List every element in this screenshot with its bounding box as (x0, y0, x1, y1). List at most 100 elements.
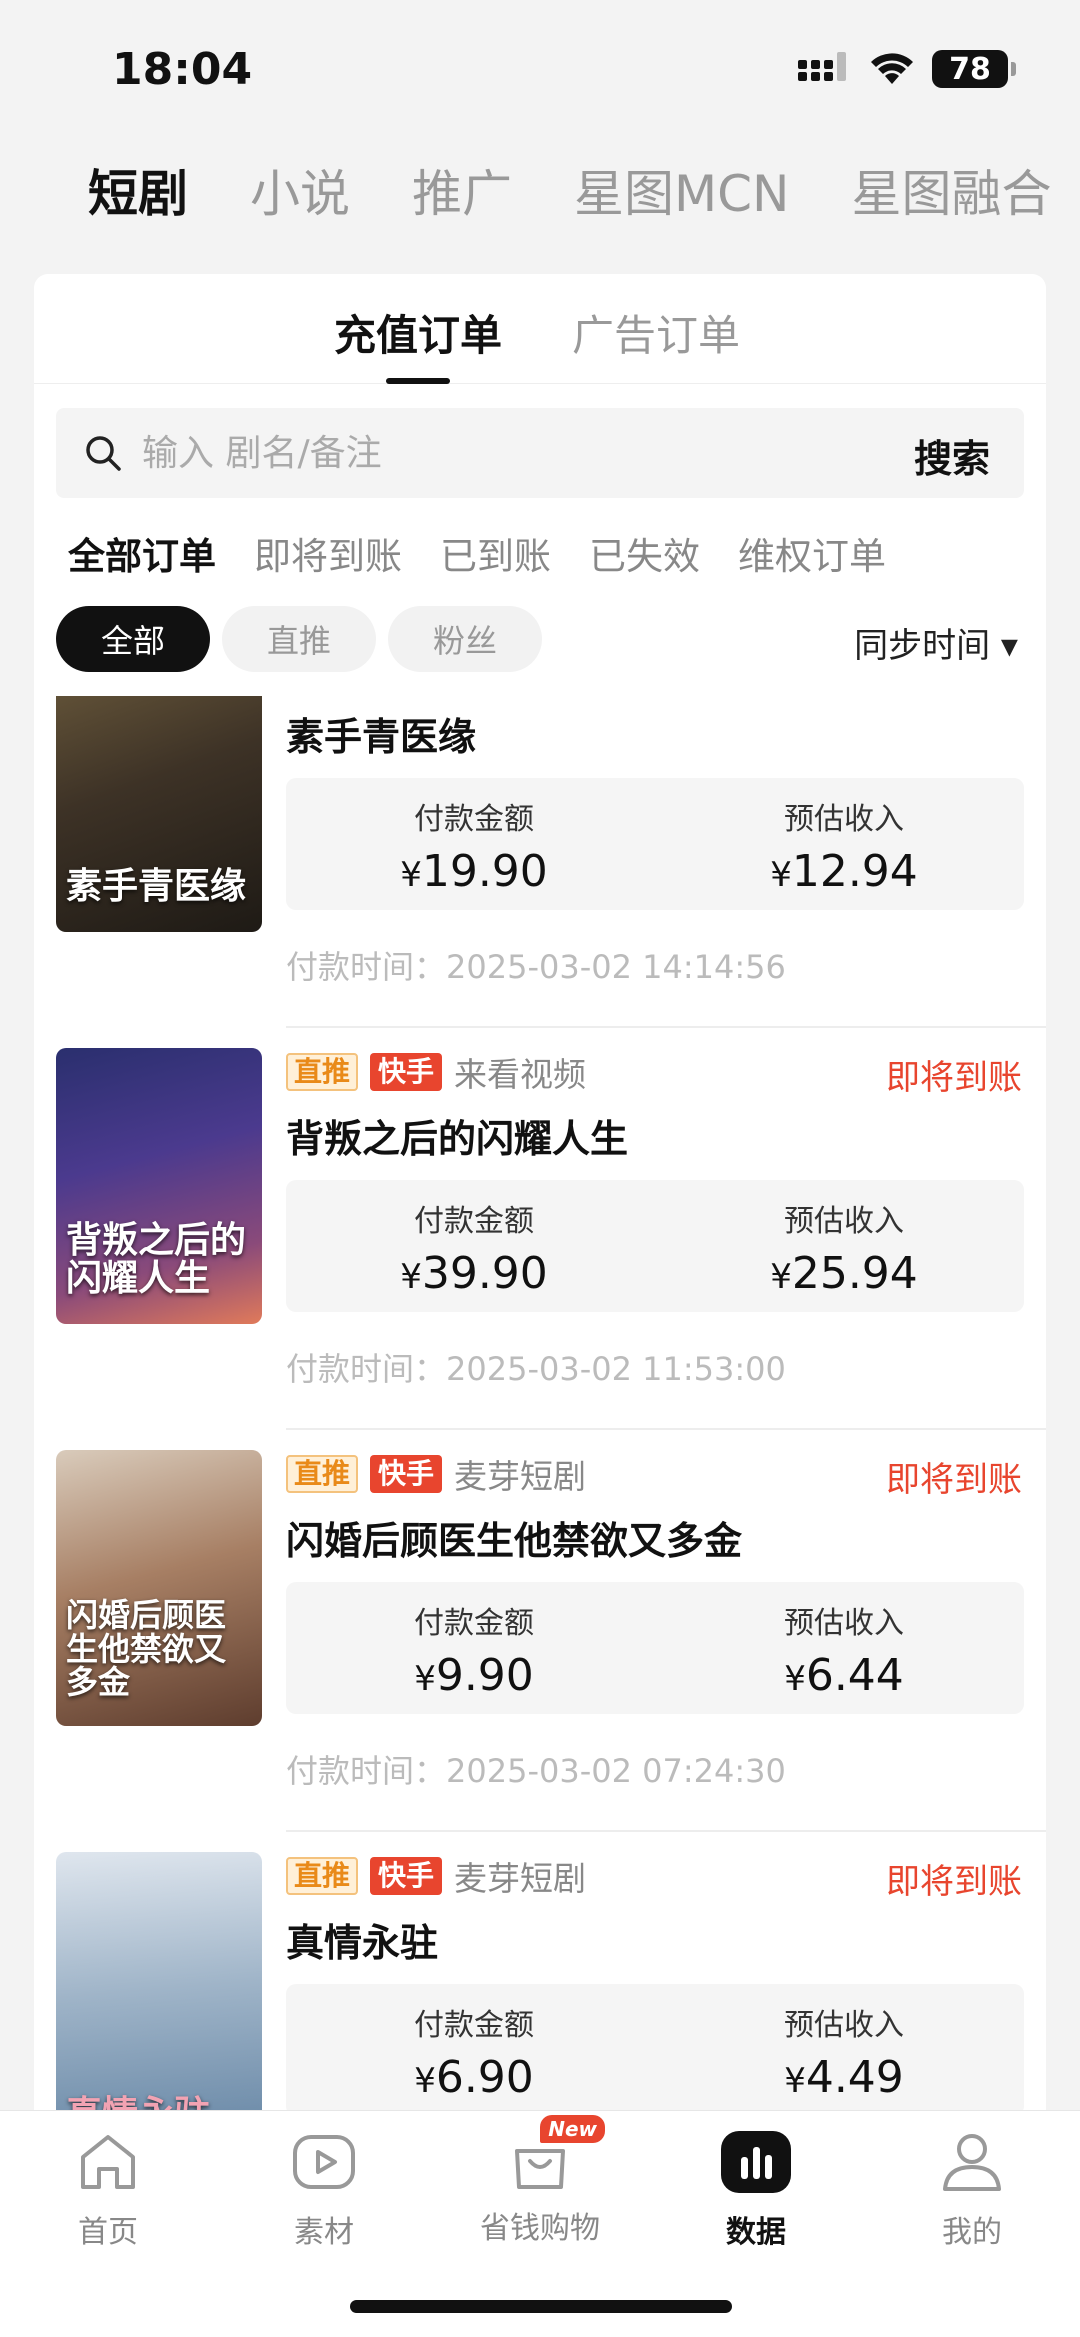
paid-label: 付款金额 (414, 1204, 534, 1239)
paid-value: ¥19.90 (324, 846, 624, 897)
income-label: 预估收入 (784, 802, 904, 837)
income-number: 25.94 (791, 1248, 918, 1299)
drama-title: 闪婚后顾医生他禁欲又多金 (286, 1519, 743, 1563)
income-value: ¥6.44 (694, 1650, 994, 1701)
tab-novel[interactable]: 小说 (250, 154, 350, 226)
tab-xingtu-mcn[interactable]: 星图MCN (574, 154, 789, 226)
tag-direct: 直推 (286, 1857, 359, 1895)
estimated-income: 预估收入 ¥4.49 (694, 2000, 994, 2103)
estimated-income: 预估收入 ¥25.94 (694, 1196, 994, 1299)
drama-poster[interactable]: 真情永驻 (56, 1852, 262, 2114)
order-item[interactable]: 背叛之后的闪耀人生 直推 快手 来看视频 即将到账 背叛之后的闪耀人生 付款金额… (34, 1028, 1046, 1430)
nav-home[interactable]: 首页 (28, 2125, 188, 2251)
tab-ad-orders[interactable]: 广告订单 (572, 302, 740, 363)
order-item[interactable]: 真情永驻 直推 快手 麦芽短剧 即将到账 真情永驻 付款金额 ¥6.90 预估收… (34, 1832, 1046, 2114)
filter-all-orders[interactable]: 全部订单 (68, 526, 216, 580)
income-number: 4.49 (805, 2052, 904, 2103)
paid-number: 19.90 (421, 846, 548, 897)
wifi-icon (871, 53, 913, 84)
order-item[interactable]: 闪婚后顾医生他禁欲又多金 直推 快手 麦芽短剧 即将到账 闪婚后顾医生他禁欲又多… (34, 1430, 1046, 1832)
battery-indicator: 78 (932, 50, 1016, 88)
drama-poster[interactable]: 背叛之后的闪耀人生 (56, 1048, 262, 1324)
order-tags: 直推 快手 麦芽短剧 (286, 1450, 586, 1498)
tag-source: 麦芽短剧 (454, 1859, 587, 1898)
nav-profile[interactable]: 我的 (892, 2125, 1052, 2251)
order-type-tabs: 充值订单 广告订单 (34, 274, 1046, 384)
drama-title: 背叛之后的闪耀人生 (286, 1117, 629, 1161)
drama-title: 真情永驻 (286, 1921, 439, 1965)
nav-materials[interactable]: 素材 (244, 2125, 404, 2251)
nav-label: 我的 (942, 2215, 1002, 2250)
paid-value: ¥6.90 (324, 2052, 624, 2103)
tag-direct: 直推 (286, 1053, 359, 1091)
drama-poster[interactable]: 闪婚后顾医生他禁欲又多金 (56, 1450, 262, 1726)
status-bar: 18:04 78 (0, 0, 1080, 140)
search-bar: 搜索 (56, 408, 1024, 498)
order-list: 素手青医缘 素手青医缘 付款金额 ¥19.90 预估收入 ¥12.94 付款时间… (34, 696, 1046, 2114)
home-indicator (350, 2300, 732, 2313)
order-item[interactable]: 素手青医缘 素手青医缘 付款金额 ¥19.90 预估收入 ¥12.94 付款时间… (34, 696, 1046, 1028)
chip-all[interactable]: 全部 (56, 606, 210, 672)
orders-card: 充值订单 广告订单 搜索 全部订单 即将到账 已到账 已失效 维权订单 全部 直… (34, 274, 1046, 2114)
income-label: 预估收入 (784, 1606, 904, 1641)
filter-received[interactable]: 已到账 (440, 526, 551, 580)
order-status: 即将到账 (886, 1862, 1022, 1902)
filter-dispute[interactable]: 维权订单 (738, 526, 886, 580)
sort-by-sync-time[interactable]: 同步时间 ▾ (854, 618, 1018, 667)
active-tab-indicator (386, 378, 450, 384)
paid-amount: 付款金额 ¥6.90 (324, 2000, 624, 2103)
income-label: 预估收入 (784, 2008, 904, 2043)
paid-amount: 付款金额 ¥9.90 (324, 1598, 624, 1701)
tab-recharge-orders[interactable]: 充值订单 (334, 302, 502, 363)
nav-shopping[interactable]: New 省钱购物 (460, 2115, 620, 2247)
currency-symbol: ¥ (784, 1659, 806, 1699)
estimated-income: 预估收入 ¥12.94 (694, 794, 994, 897)
paid-label: 付款金额 (414, 1606, 534, 1641)
user-icon (943, 2134, 1001, 2191)
paid-number: 39.90 (421, 1248, 548, 1299)
search-input[interactable] (142, 426, 822, 480)
paid-label: 付款金额 (414, 2008, 534, 2043)
filter-pending[interactable]: 即将到账 (254, 526, 402, 580)
drama-poster[interactable]: 素手青医缘 (56, 696, 262, 932)
poster-title: 闪婚后顾医生他禁欲又多金 (66, 1596, 227, 1702)
currency-symbol: ¥ (770, 855, 792, 895)
play-icon (293, 2135, 355, 2189)
chip-fans[interactable]: 粉丝 (388, 606, 542, 672)
tab-short-drama[interactable]: 短剧 (88, 154, 188, 226)
currency-symbol: ¥ (414, 2061, 436, 2101)
tag-source: 麦芽短剧 (454, 1457, 587, 1496)
search-icon (86, 436, 121, 471)
poster-title: 素手青医缘 (66, 865, 247, 908)
nav-label: 省钱购物 (480, 2211, 600, 2246)
chip-direct[interactable]: 直推 (222, 606, 376, 672)
order-status-filter: 全部订单 即将到账 已到账 已失效 维权订单 (68, 526, 924, 580)
amount-box: 付款金额 ¥19.90 预估收入 ¥12.94 (286, 778, 1024, 910)
estimated-income: 预估收入 ¥6.44 (694, 1598, 994, 1701)
tab-xingtu-fusion[interactable]: 星图融合 (851, 154, 1051, 226)
poster-title: 背叛之后的闪耀人生 (66, 1219, 247, 1300)
nav-label: 首页 (78, 2215, 138, 2250)
paid-label: 付款金额 (414, 802, 534, 837)
nav-label: 数据 (726, 2215, 786, 2250)
tab-promotion[interactable]: 推广 (412, 154, 512, 226)
income-number: 6.44 (805, 1650, 904, 1701)
income-value: ¥4.49 (694, 2052, 994, 2103)
tag-platform: 快手 (370, 1857, 443, 1895)
tag-platform: 快手 (370, 1455, 443, 1493)
search-button[interactable]: 搜索 (914, 428, 990, 483)
filter-expired[interactable]: 已失效 (589, 526, 700, 580)
income-number: 12.94 (791, 846, 918, 897)
nav-label: 素材 (294, 2215, 354, 2250)
currency-symbol: ¥ (414, 1659, 436, 1699)
pay-time: 付款时间：2025-03-02 07:24:30 (286, 1752, 786, 1790)
bar-chart-icon (721, 2131, 791, 2193)
income-value: ¥12.94 (694, 846, 994, 897)
paid-value: ¥39.90 (324, 1248, 624, 1299)
nav-data[interactable]: 数据 (676, 2125, 836, 2251)
tag-direct: 直推 (286, 1455, 359, 1493)
currency-symbol: ¥ (400, 1257, 422, 1297)
income-value: ¥25.94 (694, 1248, 994, 1299)
order-status: 即将到账 (886, 1058, 1022, 1098)
paid-number: 6.90 (435, 2052, 534, 2103)
